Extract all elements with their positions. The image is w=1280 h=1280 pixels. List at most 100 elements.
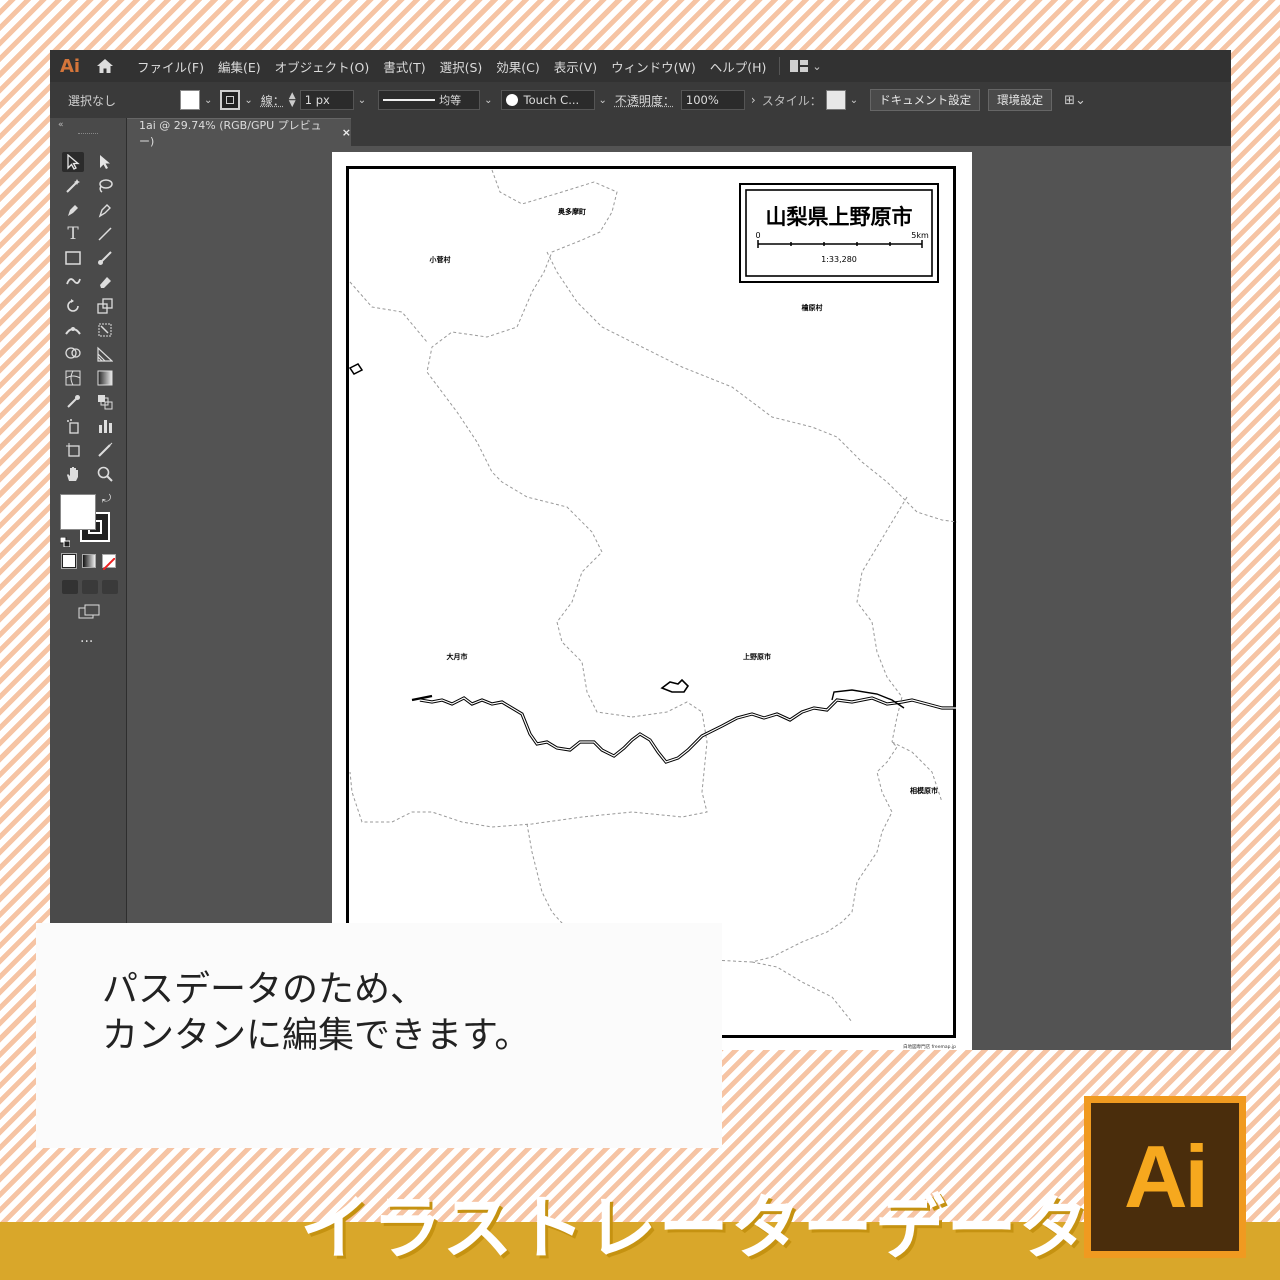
river-path <box>419 697 956 763</box>
draw-behind-icon[interactable] <box>82 580 98 594</box>
menu-bar: Ai ファイル(F) 編集(E) オブジェクト(O) 書式(T) 選択(S) 効… <box>50 50 1231 82</box>
menu-type[interactable]: 書式(T) <box>376 57 432 76</box>
control-bar: 選択なし ⌄ ⌄ 線： ▲ ▼ 1 px ⌄ 均等 ⌄ Touch C... ⌄ … <box>50 82 1231 118</box>
panel-grip[interactable] <box>78 133 98 137</box>
gradient-mode-icon[interactable] <box>82 554 96 568</box>
menu-window[interactable]: ウィンドウ(W) <box>604 57 703 76</box>
slice-tool-icon[interactable] <box>94 440 116 460</box>
border-line <box>546 251 958 523</box>
map-credit: 白地図専門店 freemap.jp <box>903 1043 956 1050</box>
none-mode-icon[interactable] <box>102 554 116 571</box>
swap-colors-icon[interactable]: ⤾ <box>102 492 111 506</box>
stepper-icon[interactable]: ▲ ▼ <box>289 92 296 109</box>
border-line <box>349 701 708 828</box>
brush-dot-icon <box>505 94 518 106</box>
workspace-icon <box>790 60 809 72</box>
eyedropper-tool-icon[interactable] <box>62 392 84 412</box>
symbol-sprayer-tool-icon[interactable] <box>62 416 84 436</box>
zoom-tool-icon[interactable] <box>94 464 116 484</box>
preferences-button[interactable]: 環境設定 <box>988 89 1053 111</box>
width-tool-icon[interactable] <box>62 320 84 340</box>
paintbrush-tool-icon[interactable] <box>94 248 116 268</box>
lasso-tool-icon[interactable] <box>94 176 116 196</box>
place-label: 大月市 <box>447 652 468 661</box>
curvature-tool-icon[interactable] <box>94 200 116 220</box>
hand-tool-icon[interactable] <box>62 464 84 484</box>
place-label: 檜原村 <box>802 303 823 312</box>
chevron-down-icon[interactable]: ⌄ <box>204 95 212 106</box>
rotate-tool-icon[interactable] <box>62 296 84 316</box>
document-tab[interactable]: 1ai @ 29.74% (RGB/GPU プレビュー) × <box>127 118 351 148</box>
scale-end-label: 5km <box>911 231 929 240</box>
direct-selection-tool-icon[interactable] <box>94 152 116 172</box>
gradient-tool-icon[interactable] <box>94 368 116 388</box>
style-swatch[interactable] <box>825 90 846 110</box>
arrange-icon[interactable]: ⊞⌄ <box>1064 93 1086 108</box>
stroke-weight-field[interactable]: 1 px <box>299 90 354 110</box>
document-setup-button[interactable]: ドキュメント設定 <box>870 89 981 111</box>
stroke-profile-select[interactable]: 均等 <box>378 90 481 110</box>
pen-tool-icon[interactable] <box>62 200 84 220</box>
menu-select[interactable]: 選択(S) <box>433 57 490 76</box>
chevron-right-icon[interactable]: › <box>751 93 756 107</box>
eraser-tool-icon[interactable] <box>94 272 116 292</box>
opacity-field[interactable]: 100% <box>680 90 745 110</box>
mesh-tool-icon[interactable] <box>62 368 84 388</box>
illustrator-icon-text: Ai <box>1124 1127 1209 1226</box>
menu-object[interactable]: オブジェクト(O) <box>268 57 377 76</box>
type-tool-icon[interactable]: T <box>62 224 84 244</box>
column-graph-tool-icon[interactable] <box>94 416 116 436</box>
draw-normal-icon[interactable] <box>62 580 78 594</box>
fill-swatch[interactable] <box>180 90 200 110</box>
rectangle-tool-icon[interactable] <box>62 248 84 268</box>
place-label: 相模原市 <box>910 786 938 795</box>
fill-color-swatch[interactable] <box>60 494 96 530</box>
stroke-swatch[interactable] <box>220 90 241 110</box>
menu-view[interactable]: 表示(V) <box>547 57 604 76</box>
default-colors-icon[interactable] <box>59 532 71 548</box>
map-title: 山梨県上野原市 <box>766 205 913 229</box>
banner-title: イラストレーターデータ <box>300 1187 1091 1269</box>
brush-label: Touch C... <box>523 93 580 107</box>
scale-tool-icon[interactable] <box>94 296 116 316</box>
line-tool-icon[interactable] <box>94 224 116 244</box>
artboard-tool-icon[interactable] <box>62 440 84 460</box>
collapse-icon[interactable]: « <box>50 118 126 130</box>
menu-edit[interactable]: 編集(E) <box>211 57 268 76</box>
chevron-down-icon[interactable]: ⌄ <box>599 95 607 106</box>
opacity-label[interactable]: 不透明度： <box>615 92 675 109</box>
app-logo: Ai <box>59 55 81 77</box>
chevron-down-icon[interactable]: ⌄ <box>850 95 858 106</box>
stroke-line-icon <box>383 99 436 101</box>
chevron-down-icon[interactable]: ⌄ <box>244 95 252 106</box>
menu-divider <box>779 57 781 75</box>
perspective-grid-tool-icon[interactable] <box>94 344 116 364</box>
artboard[interactable]: 山梨県上野原市 0 5km 1:33,280 奥多摩町 小菅村 檜原村 大月市 … <box>332 152 972 1050</box>
chevron-down-icon: ⌄ <box>812 59 822 73</box>
shaper-tool-icon[interactable] <box>62 272 84 292</box>
free-transform-tool-icon[interactable] <box>94 320 116 340</box>
magic-wand-tool-icon[interactable] <box>62 176 84 196</box>
illustrator-icon: Ai <box>1084 1096 1246 1258</box>
brush-select[interactable]: Touch C... <box>500 90 595 110</box>
close-icon[interactable]: × <box>342 126 351 139</box>
blend-tool-icon[interactable] <box>94 392 116 412</box>
screen-mode-icon[interactable] <box>78 604 100 620</box>
menu-effect[interactable]: 効果(C) <box>489 57 546 76</box>
border-line <box>426 169 633 718</box>
color-mode-icon[interactable] <box>61 553 77 569</box>
selection-tool-icon[interactable] <box>62 152 84 172</box>
chevron-down-icon[interactable]: ⌄ <box>484 95 492 106</box>
home-icon[interactable] <box>90 58 120 74</box>
legend-box <box>739 183 939 283</box>
place-label: 上野原市 <box>743 652 771 661</box>
workspace-switcher[interactable]: ⌄ <box>786 59 822 73</box>
more-tools-icon[interactable]: ··· <box>80 634 93 650</box>
draw-inside-icon[interactable] <box>102 580 118 594</box>
shape-builder-tool-icon[interactable] <box>62 344 84 364</box>
menu-help[interactable]: ヘルプ(H) <box>703 57 774 76</box>
profile-label: 均等 <box>439 94 462 107</box>
chevron-down-icon[interactable]: ⌄ <box>358 95 366 106</box>
scale-start-label: 0 <box>755 231 760 240</box>
menu-file[interactable]: ファイル(F) <box>130 57 211 76</box>
